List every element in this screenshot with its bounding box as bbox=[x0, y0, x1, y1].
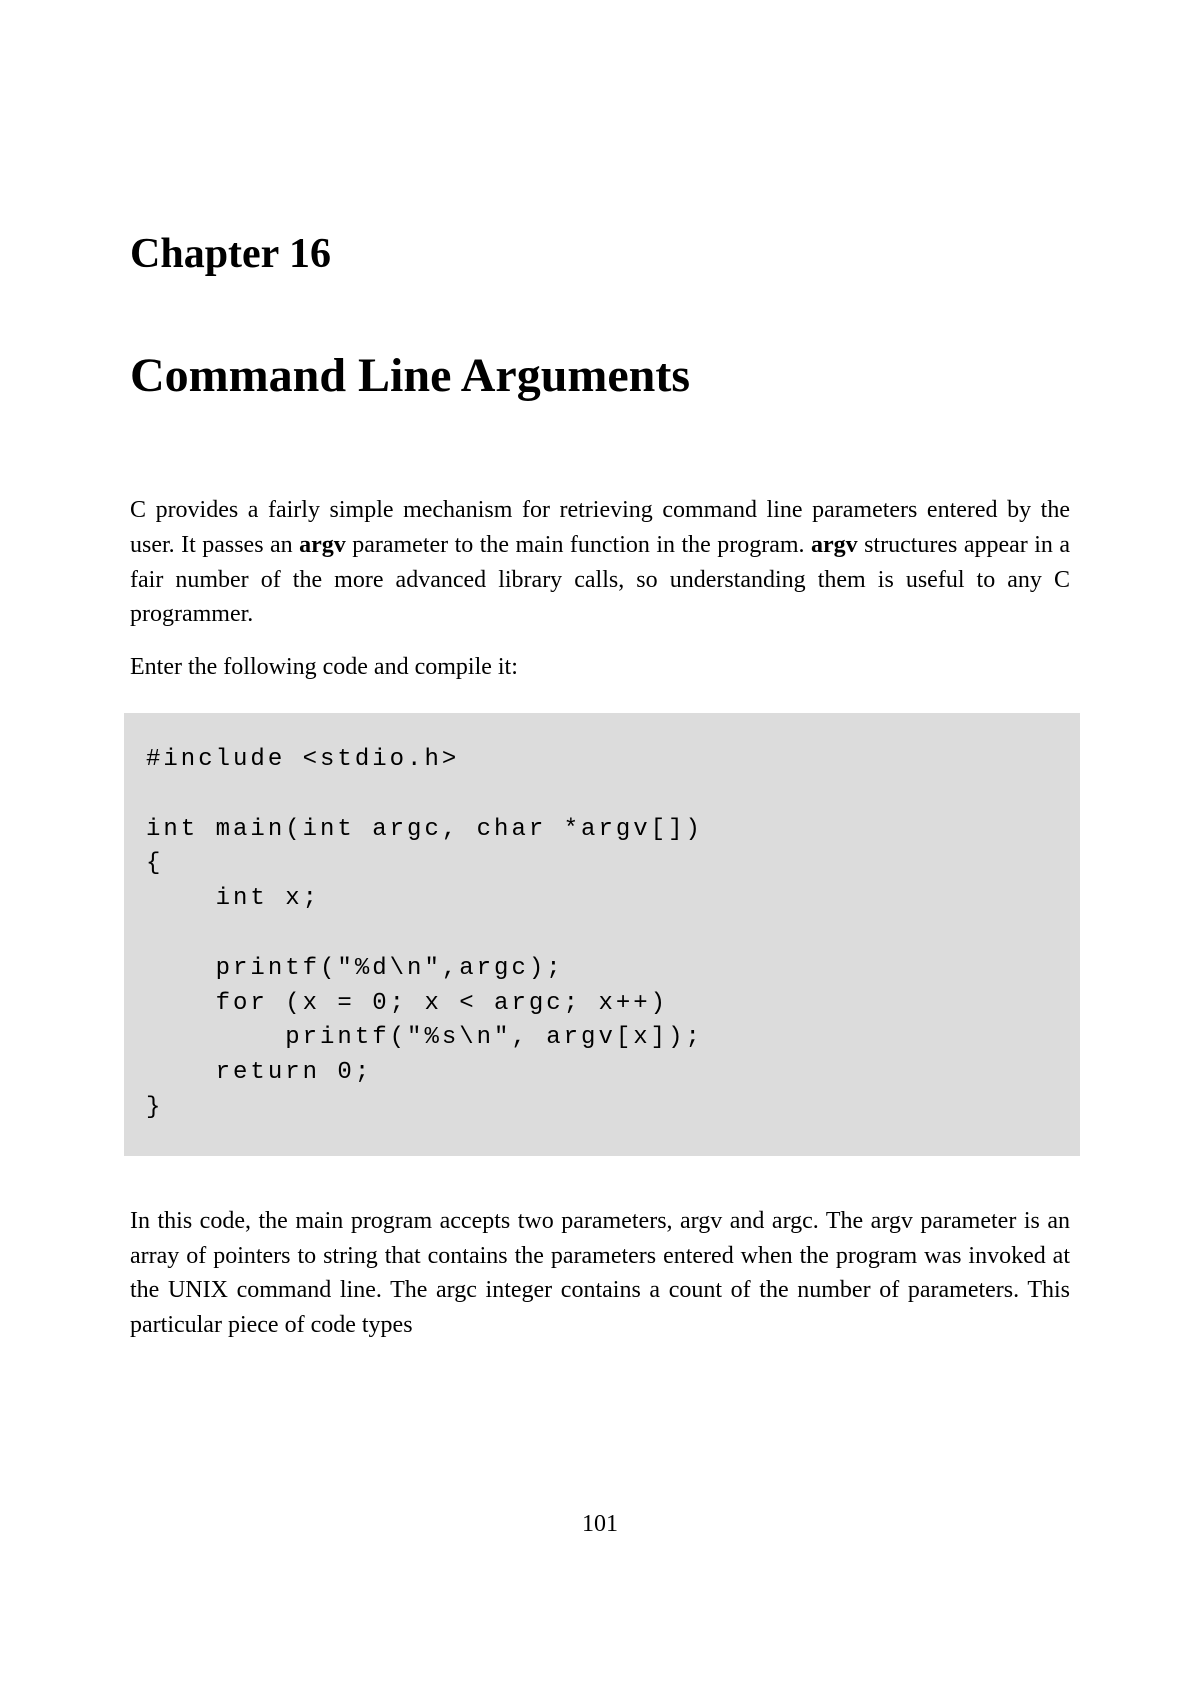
bold-argv-1: argv bbox=[299, 532, 346, 558]
explanation-paragraph: In this code, the main program accepts t… bbox=[130, 1204, 1070, 1343]
intro-paragraph-2: Enter the following code and compile it: bbox=[130, 650, 1070, 685]
code-block: #include <stdio.h> int main(int argc, ch… bbox=[124, 713, 1080, 1156]
chapter-number: Chapter 16 bbox=[130, 230, 1070, 278]
bold-argv-2: argv bbox=[811, 532, 858, 558]
intro-paragraph-1: C provides a fairly simple mechanism for… bbox=[130, 493, 1070, 632]
text-fragment: parameter to the main function in the pr… bbox=[346, 532, 811, 558]
page-number: 101 bbox=[0, 1511, 1200, 1538]
chapter-title: Command Line Arguments bbox=[130, 348, 1070, 403]
